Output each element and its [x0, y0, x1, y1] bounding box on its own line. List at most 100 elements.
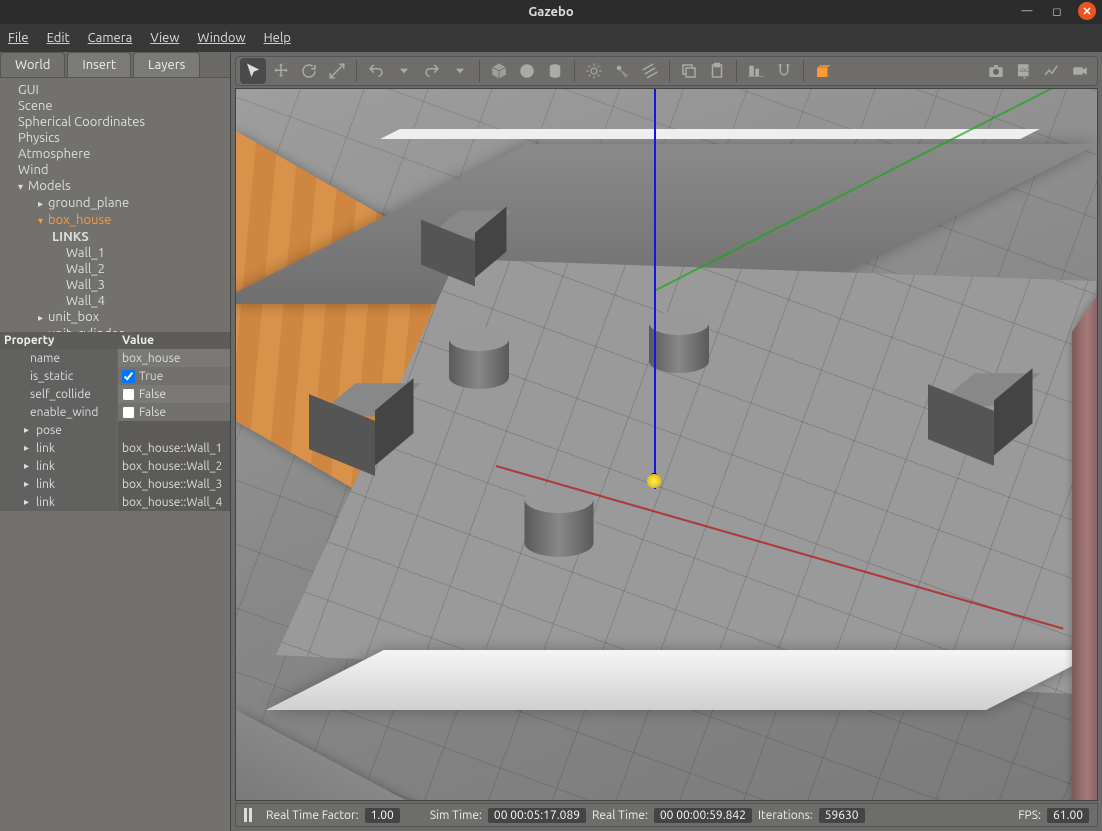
scene-cylinder [449, 339, 509, 389]
prop-self-collide-key: self_collide [0, 385, 118, 403]
minimize-button[interactable]: — [1018, 2, 1036, 20]
chevron-right-icon: ▸ [38, 327, 48, 332]
real-time-label: Real Time: [592, 809, 648, 822]
prop-is-static-val[interactable]: True [118, 367, 230, 385]
world-tree[interactable]: GUI Scene Spherical Coordinates Physics … [0, 78, 230, 332]
chevron-right-icon: ▸ [38, 310, 48, 326]
3d-viewport[interactable] [235, 88, 1098, 801]
origin-marker [647, 474, 661, 488]
prop-pose-key: pose [36, 424, 62, 437]
record-button[interactable] [1067, 58, 1093, 84]
undo-dropdown-button[interactable] [391, 58, 417, 84]
sim-time-value: 00 00:05:17.089 [488, 808, 586, 823]
light-spot-button[interactable] [609, 58, 635, 84]
menu-file[interactable]: File [8, 31, 29, 45]
scene-cylinder [525, 499, 594, 557]
window-titlebar: Gazebo — ◻ ✕ [0, 0, 1102, 24]
svg-text:LOG: LOG [1020, 68, 1029, 73]
scene-box [928, 387, 994, 442]
prop-link-2-row[interactable]: ▸link box_house::Wall_2 [0, 457, 230, 475]
prop-name-val[interactable]: box_house [118, 349, 230, 367]
prop-name-row: name box_house [0, 349, 230, 367]
tree-wall-1[interactable]: Wall_1 [0, 245, 230, 261]
enable-wind-checkbox[interactable] [122, 406, 135, 419]
maximize-button[interactable]: ◻ [1048, 2, 1066, 20]
prop-self-collide-val[interactable]: False [118, 385, 230, 403]
prop-link-key: link [36, 496, 55, 509]
paste-button[interactable] [704, 58, 730, 84]
redo-dropdown-button[interactable] [447, 58, 473, 84]
scene-box [309, 397, 375, 452]
light-directional-button[interactable] [637, 58, 663, 84]
tree-wind[interactable]: Wind [0, 162, 230, 178]
tree-atmosphere[interactable]: Atmosphere [0, 146, 230, 162]
prop-enable-wind-val[interactable]: False [118, 403, 230, 421]
tree-unit-cylinder[interactable]: ▸unit_cylinder [0, 326, 230, 332]
tree-unit-box[interactable]: ▸unit_box [0, 309, 230, 326]
scale-tool-button[interactable] [324, 58, 350, 84]
log-button[interactable]: LOG [1011, 58, 1037, 84]
rotate-tool-button[interactable] [296, 58, 322, 84]
axis-blue [654, 89, 656, 489]
chevron-down-icon: ▾ [38, 213, 48, 229]
prop-link-3-row[interactable]: ▸link box_house::Wall_3 [0, 475, 230, 493]
insert-box-button[interactable] [486, 58, 512, 84]
tree-gui[interactable]: GUI [0, 82, 230, 98]
menu-edit[interactable]: Edit [47, 31, 70, 45]
prop-link-key: link [36, 478, 55, 491]
prop-link-1-row[interactable]: ▸link box_house::Wall_1 [0, 439, 230, 457]
redo-button[interactable] [419, 58, 445, 84]
tree-models[interactable]: ▾Models [0, 178, 230, 195]
prop-link-4-row[interactable]: ▸link box_house::Wall_4 [0, 493, 230, 511]
copy-button[interactable] [676, 58, 702, 84]
light-point-button[interactable] [581, 58, 607, 84]
screenshot-button[interactable] [983, 58, 1009, 84]
menu-bar: File Edit Camera View Window Help [0, 24, 1102, 52]
sim-time-label: Sim Time: [430, 809, 482, 822]
insert-cylinder-button[interactable] [542, 58, 568, 84]
translate-tool-button[interactable] [268, 58, 294, 84]
col-value: Value [118, 332, 230, 349]
tree-physics[interactable]: Physics [0, 130, 230, 146]
tree-wall-2[interactable]: Wall_2 [0, 261, 230, 277]
scene-box [421, 222, 475, 267]
menu-help[interactable]: Help [264, 31, 291, 45]
tree-box-house[interactable]: ▾box_house [0, 212, 230, 229]
tree-spherical[interactable]: Spherical Coordinates [0, 114, 230, 130]
tab-insert[interactable]: Insert [67, 52, 131, 77]
window-title: Gazebo [528, 5, 573, 19]
menu-view[interactable]: View [150, 31, 179, 45]
plot-button[interactable] [1039, 58, 1065, 84]
left-tabs: World Insert Layers [0, 52, 230, 78]
fps-value: 61.00 [1047, 808, 1089, 823]
iterations-label: Iterations: [758, 809, 813, 822]
chevron-right-icon: ▸ [24, 478, 34, 490]
iterations-value: 59630 [819, 808, 865, 823]
tree-wall-3[interactable]: Wall_3 [0, 277, 230, 293]
tree-ground-plane[interactable]: ▸ground_plane [0, 195, 230, 212]
is-static-checkbox[interactable] [122, 370, 135, 383]
undo-button[interactable] [363, 58, 389, 84]
close-button[interactable]: ✕ [1078, 2, 1096, 20]
select-tool-button[interactable] [240, 58, 266, 84]
snap-button[interactable] [771, 58, 797, 84]
status-bar: Real Time Factor: 1.00 Sim Time: 00 00:0… [235, 803, 1098, 827]
tree-wall-4[interactable]: Wall_4 [0, 293, 230, 309]
tab-world[interactable]: World [0, 52, 65, 77]
menu-camera[interactable]: Camera [88, 31, 133, 45]
prop-pose-row[interactable]: ▸pose [0, 421, 230, 439]
wall-right-render [1072, 289, 1098, 801]
menu-window[interactable]: Window [197, 31, 245, 45]
pause-button[interactable] [244, 808, 252, 822]
align-button[interactable] [743, 58, 769, 84]
prop-enable-wind-key: enable_wind [0, 403, 118, 421]
self-collide-checkbox[interactable] [122, 388, 135, 401]
grid-toggle-button[interactable] [810, 58, 836, 84]
prop-link-1-val: box_house::Wall_1 [118, 439, 230, 457]
insert-sphere-button[interactable] [514, 58, 540, 84]
tab-layers[interactable]: Layers [133, 52, 200, 77]
tree-scene[interactable]: Scene [0, 98, 230, 114]
fps-label: FPS: [1018, 809, 1041, 822]
chevron-right-icon: ▸ [38, 196, 48, 212]
prop-self-collide-row: self_collide False [0, 385, 230, 403]
